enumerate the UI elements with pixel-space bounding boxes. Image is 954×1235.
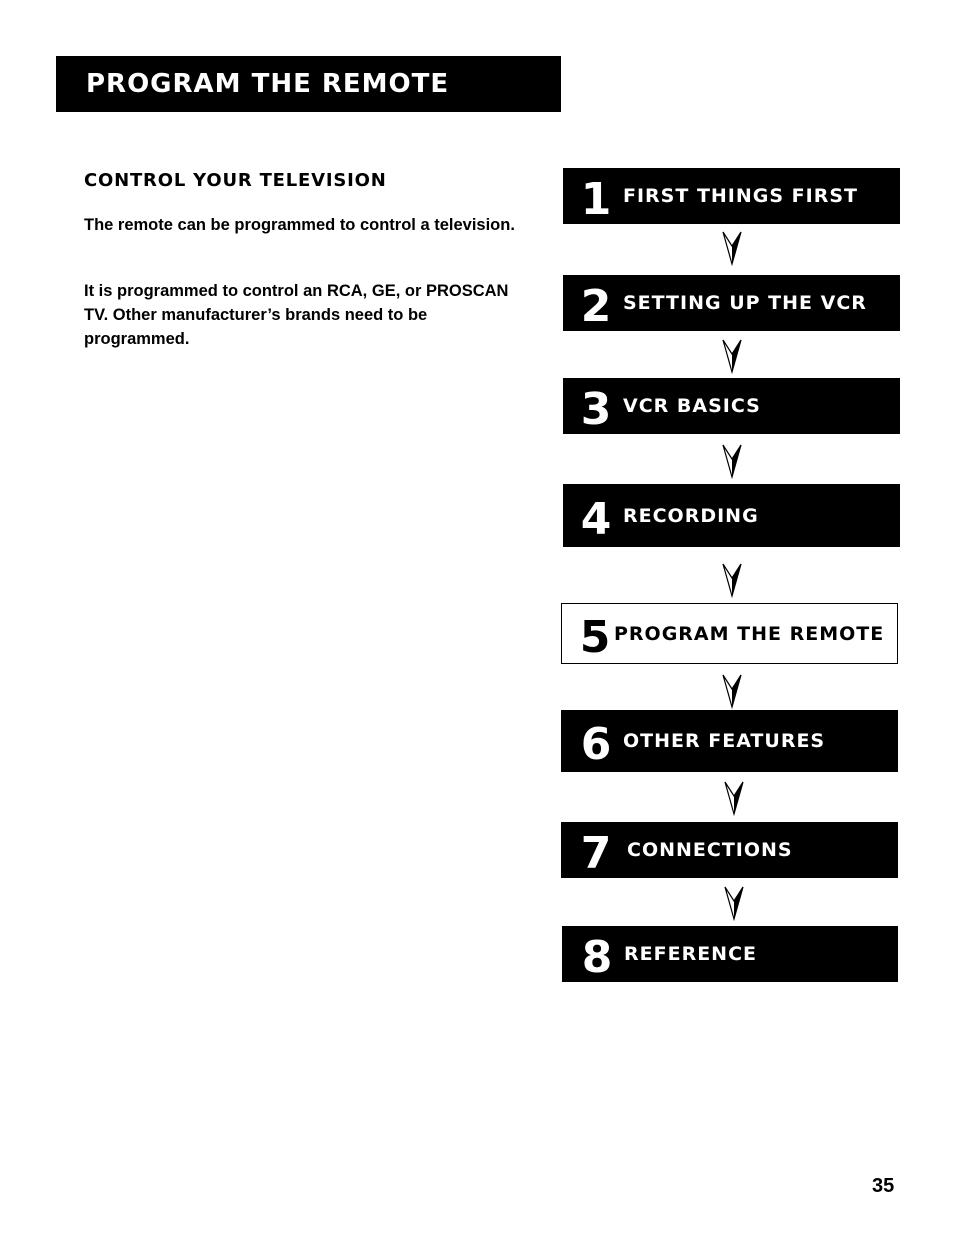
step-other-features[interactable]: 6 Other Features xyxy=(561,710,898,772)
step-number: 1 xyxy=(580,174,612,225)
down-arrowhead-icon xyxy=(722,339,742,374)
step-vcr-basics[interactable]: 3 VCR Basics xyxy=(563,378,900,434)
step-reference[interactable]: 8 Reference xyxy=(562,926,898,982)
step-program-the-remote-current[interactable]: 5 Program the Remote xyxy=(561,603,898,664)
step-number: 5 xyxy=(579,611,611,663)
step-first-things-first[interactable]: 1 First Things First xyxy=(563,168,900,224)
step-number: 7 xyxy=(580,828,612,879)
step-number: 6 xyxy=(580,719,612,770)
step-number: 4 xyxy=(580,493,612,545)
step-recording[interactable]: 4 Recording xyxy=(563,484,900,547)
chapter-title: Program the Remote xyxy=(86,69,450,99)
down-arrowhead-icon xyxy=(724,886,744,921)
step-number: 8 xyxy=(581,932,613,983)
chapter-title-bar: Program the Remote xyxy=(56,56,561,112)
step-label: VCR Basics xyxy=(623,395,761,417)
down-arrowhead-icon xyxy=(722,563,742,598)
step-label: Program the Remote xyxy=(614,622,885,645)
step-number: 3 xyxy=(580,384,612,435)
step-setting-up-the-vcr[interactable]: 2 Setting Up the VCR xyxy=(563,275,900,331)
down-arrowhead-icon xyxy=(722,231,742,266)
page-number: 35 xyxy=(872,1175,895,1197)
step-connections[interactable]: 7 Connections xyxy=(561,822,898,878)
step-label: First Things First xyxy=(623,185,858,207)
down-arrowhead-icon xyxy=(724,781,744,816)
step-label: Other Features xyxy=(623,730,826,752)
body-paragraph: The remote can be programmed to control … xyxy=(84,216,515,234)
down-arrowhead-icon xyxy=(722,444,742,479)
step-label: Reference xyxy=(624,943,758,965)
body-paragraph: It is programmed to control an RCA, GE, … xyxy=(84,282,509,348)
section-heading: Control Your Television xyxy=(84,170,387,191)
step-label: Recording xyxy=(623,504,759,527)
step-number: 2 xyxy=(580,281,612,332)
step-label: Setting Up the VCR xyxy=(623,292,867,314)
step-label: Connections xyxy=(627,839,793,861)
down-arrowhead-icon xyxy=(722,674,742,709)
